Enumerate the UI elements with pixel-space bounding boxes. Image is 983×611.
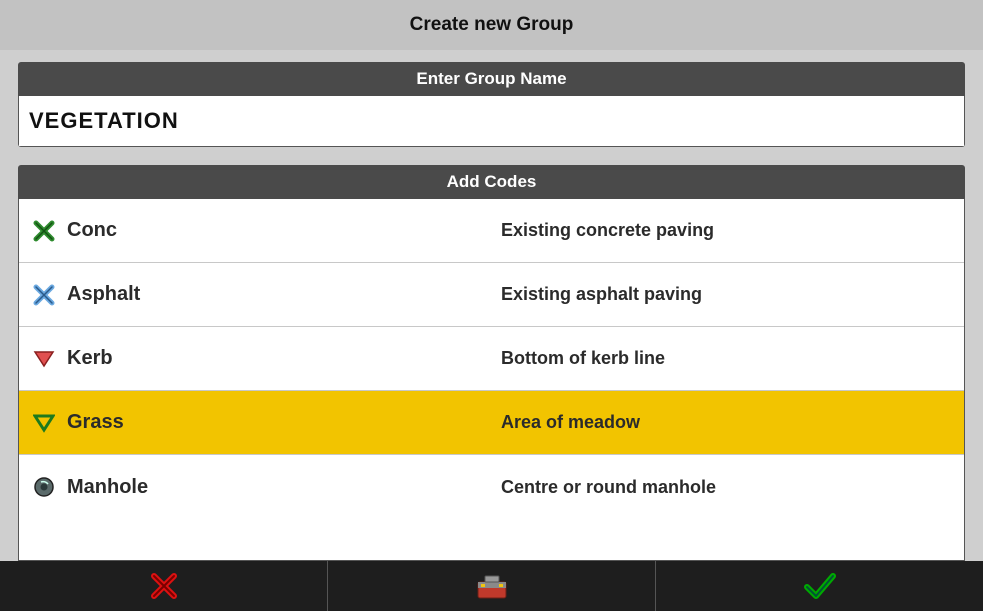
code-name: Manhole xyxy=(61,476,501,499)
code-name: Grass xyxy=(61,411,501,434)
titlebar: Create new Group xyxy=(0,0,983,50)
codes-panel: Add Codes ConcExisting concrete pavingAs… xyxy=(18,165,965,561)
page-title: Create new Group xyxy=(410,14,574,36)
x-green-icon xyxy=(27,220,61,242)
group-name-panel: Enter Group Name xyxy=(18,62,965,147)
add-codes-header: Add Codes xyxy=(18,165,965,199)
close-icon xyxy=(149,571,179,601)
circle-icon xyxy=(27,476,61,498)
code-desc: Existing asphalt paving xyxy=(501,284,956,305)
x-blue-icon xyxy=(27,284,61,306)
code-row[interactable]: GrassArea of meadow xyxy=(19,391,964,455)
app-root: Create new Group Enter Group Name Add Co… xyxy=(0,0,983,611)
code-name: Asphalt xyxy=(61,283,501,306)
group-name-header: Enter Group Name xyxy=(18,62,965,96)
code-name: Kerb xyxy=(61,347,501,370)
code-row[interactable]: AsphaltExisting asphalt paving xyxy=(19,263,964,327)
code-row[interactable]: KerbBottom of kerb line xyxy=(19,327,964,391)
toolbox-icon xyxy=(475,572,509,600)
code-name: Conc xyxy=(61,219,501,242)
codes-list: ConcExisting concrete pavingAsphaltExist… xyxy=(18,199,965,561)
tri-green-icon xyxy=(27,413,61,433)
group-name-input[interactable] xyxy=(19,96,964,146)
group-name-input-wrap xyxy=(18,96,965,147)
cancel-button[interactable] xyxy=(0,561,327,611)
code-row[interactable]: ConcExisting concrete paving xyxy=(19,199,964,263)
code-desc: Bottom of kerb line xyxy=(501,348,956,369)
confirm-button[interactable] xyxy=(655,561,983,611)
check-icon xyxy=(803,571,837,601)
code-row[interactable]: ManholeCentre or round manhole xyxy=(19,455,964,519)
content: Enter Group Name Add Codes ConcExisting … xyxy=(0,50,983,561)
code-desc: Existing concrete paving xyxy=(501,220,956,241)
code-desc: Area of meadow xyxy=(501,412,956,433)
code-desc: Centre or round manhole xyxy=(501,477,956,498)
bottombar xyxy=(0,561,983,611)
toolbox-button[interactable] xyxy=(327,561,655,611)
tri-red-icon xyxy=(27,349,61,369)
